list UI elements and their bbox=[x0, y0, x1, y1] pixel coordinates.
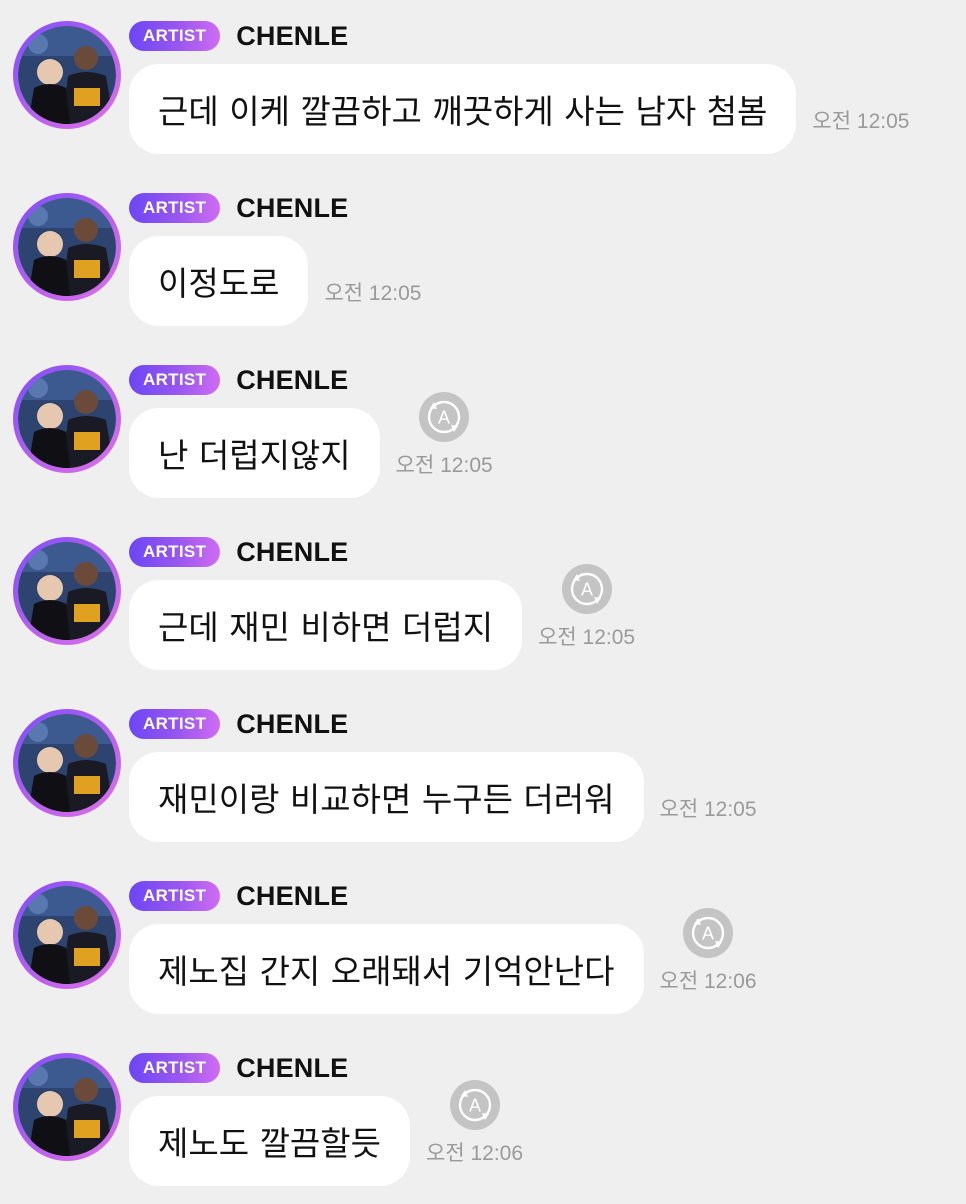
avatar-photo bbox=[18, 886, 116, 984]
message-header: ARTIST CHENLE bbox=[129, 193, 348, 223]
message-meta: A 오전 12:05 bbox=[396, 391, 493, 479]
timestamp: 오전 12:05 bbox=[659, 798, 757, 821]
message-text: 근데 재민 비하면 더럽지 bbox=[158, 608, 494, 647]
artist-badge: ARTIST bbox=[129, 881, 221, 911]
message-meta: A 오전 12:06 bbox=[660, 907, 757, 995]
avatar-photo bbox=[18, 542, 116, 640]
svg-text:A: A bbox=[438, 408, 450, 428]
message-meta: A 오전 12:05 bbox=[538, 563, 635, 651]
avatar-photo bbox=[18, 714, 116, 812]
chat-message: ARTIST CHENLE 근데 이케 깔끔하고 깨끗하게 사는 남자 첨봄 오… bbox=[0, 0, 966, 172]
profile-photo-icon bbox=[18, 714, 116, 812]
translate-icon[interactable]: A bbox=[449, 1079, 501, 1131]
message-header: ARTIST CHENLE bbox=[129, 21, 348, 51]
sender-name[interactable]: CHENLE bbox=[236, 193, 348, 224]
avatar[interactable] bbox=[13, 881, 121, 989]
profile-photo-icon bbox=[18, 1058, 116, 1156]
chat-message-list[interactable]: ARTIST CHENLE 근데 이케 깔끔하고 깨끗하게 사는 남자 첨봄 오… bbox=[0, 0, 966, 1200]
sender-name[interactable]: CHENLE bbox=[236, 1053, 348, 1084]
sender-name[interactable]: CHENLE bbox=[236, 537, 348, 568]
svg-text:A: A bbox=[702, 924, 714, 944]
avatar[interactable] bbox=[13, 537, 121, 645]
message-meta: 오전 12:05 bbox=[324, 277, 421, 307]
artist-badge: ARTIST bbox=[129, 365, 221, 395]
profile-photo-icon bbox=[18, 198, 116, 296]
avatar[interactable] bbox=[13, 21, 121, 129]
avatar[interactable] bbox=[13, 1053, 121, 1161]
avatar[interactable] bbox=[13, 709, 121, 817]
timestamp: 오전 12:05 bbox=[324, 282, 422, 305]
sender-name[interactable]: CHENLE bbox=[236, 21, 348, 52]
artist-badge: ARTIST bbox=[129, 1053, 221, 1083]
message-bubble[interactable]: 난 더럽지않지 A 오전 12:05 bbox=[129, 392, 493, 498]
message-text: 재민이랑 비교하면 누구든 더러워 bbox=[158, 780, 615, 819]
timestamp: 오전 12:06 bbox=[426, 1142, 524, 1165]
timestamp: 오전 12:06 bbox=[659, 970, 757, 993]
message-meta: 오전 12:05 bbox=[812, 105, 909, 135]
chat-message: ARTIST CHENLE 난 더럽지않지 A 오전 12:05 bbox=[0, 344, 966, 516]
timestamp: 오전 12:05 bbox=[812, 110, 910, 133]
avatar[interactable] bbox=[13, 193, 121, 301]
artist-badge: ARTIST bbox=[129, 709, 221, 739]
message-header: ARTIST CHENLE bbox=[129, 881, 348, 911]
message-bubble[interactable]: 근데 이케 깔끔하고 깨끗하게 사는 남자 첨봄 오전 12:05 bbox=[129, 64, 909, 154]
avatar-photo bbox=[18, 370, 116, 468]
chat-message: ARTIST CHENLE 재민이랑 비교하면 누구든 더러워 오전 12:05 bbox=[0, 688, 966, 860]
timestamp: 오전 12:05 bbox=[395, 454, 493, 477]
message-header: ARTIST CHENLE bbox=[129, 709, 348, 739]
message-meta: 오전 12:05 bbox=[660, 793, 757, 823]
avatar-photo bbox=[18, 198, 116, 296]
timestamp: 오전 12:05 bbox=[538, 626, 636, 649]
sender-name[interactable]: CHENLE bbox=[236, 709, 348, 740]
chat-message: ARTIST CHENLE 제노집 간지 오래돼서 기억안난다 A 오전 12:… bbox=[0, 860, 966, 1032]
message-header: ARTIST CHENLE bbox=[129, 537, 348, 567]
translate-icon[interactable]: A bbox=[561, 563, 613, 615]
avatar-photo bbox=[18, 1058, 116, 1156]
sender-name[interactable]: CHENLE bbox=[236, 365, 348, 396]
profile-photo-icon bbox=[18, 886, 116, 984]
artist-badge: ARTIST bbox=[129, 193, 221, 223]
message-header: ARTIST CHENLE bbox=[129, 1053, 348, 1083]
translate-icon[interactable]: A bbox=[418, 391, 470, 443]
artist-badge: ARTIST bbox=[129, 537, 221, 567]
profile-photo-icon bbox=[18, 542, 116, 640]
message-bubble[interactable]: 이정도로 오전 12:05 bbox=[129, 236, 421, 326]
chat-message: ARTIST CHENLE 이정도로 오전 12:05 bbox=[0, 172, 966, 344]
message-text: 제노도 깔끔할듯 bbox=[158, 1124, 382, 1163]
svg-text:A: A bbox=[581, 580, 593, 600]
message-text: 근데 이케 깔끔하고 깨끗하게 사는 남자 첨봄 bbox=[158, 92, 768, 131]
avatar[interactable] bbox=[13, 365, 121, 473]
message-bubble[interactable]: 제노집 간지 오래돼서 기억안난다 A 오전 12:06 bbox=[129, 908, 757, 1014]
message-bubble[interactable]: 근데 재민 비하면 더럽지 A 오전 12:05 bbox=[129, 564, 635, 670]
chat-message: ARTIST CHENLE 제노도 깔끔할듯 A 오전 12:06 bbox=[0, 1032, 966, 1204]
message-header: ARTIST CHENLE bbox=[129, 365, 348, 395]
message-text: 난 더럽지않지 bbox=[158, 436, 351, 475]
artist-badge: ARTIST bbox=[129, 21, 221, 51]
message-meta: A 오전 12:06 bbox=[426, 1079, 523, 1167]
message-bubble[interactable]: 제노도 깔끔할듯 A 오전 12:06 bbox=[129, 1080, 523, 1186]
translate-icon[interactable]: A bbox=[682, 907, 734, 959]
profile-photo-icon bbox=[18, 370, 116, 468]
profile-photo-icon bbox=[18, 26, 116, 124]
svg-text:A: A bbox=[469, 1096, 481, 1116]
message-text: 이정도로 bbox=[158, 264, 280, 303]
sender-name[interactable]: CHENLE bbox=[236, 881, 348, 912]
message-bubble[interactable]: 재민이랑 비교하면 누구든 더러워 오전 12:05 bbox=[129, 752, 757, 842]
avatar-photo bbox=[18, 26, 116, 124]
message-text: 제노집 간지 오래돼서 기억안난다 bbox=[158, 952, 615, 991]
chat-message: ARTIST CHENLE 근데 재민 비하면 더럽지 A 오전 12:05 bbox=[0, 516, 966, 688]
